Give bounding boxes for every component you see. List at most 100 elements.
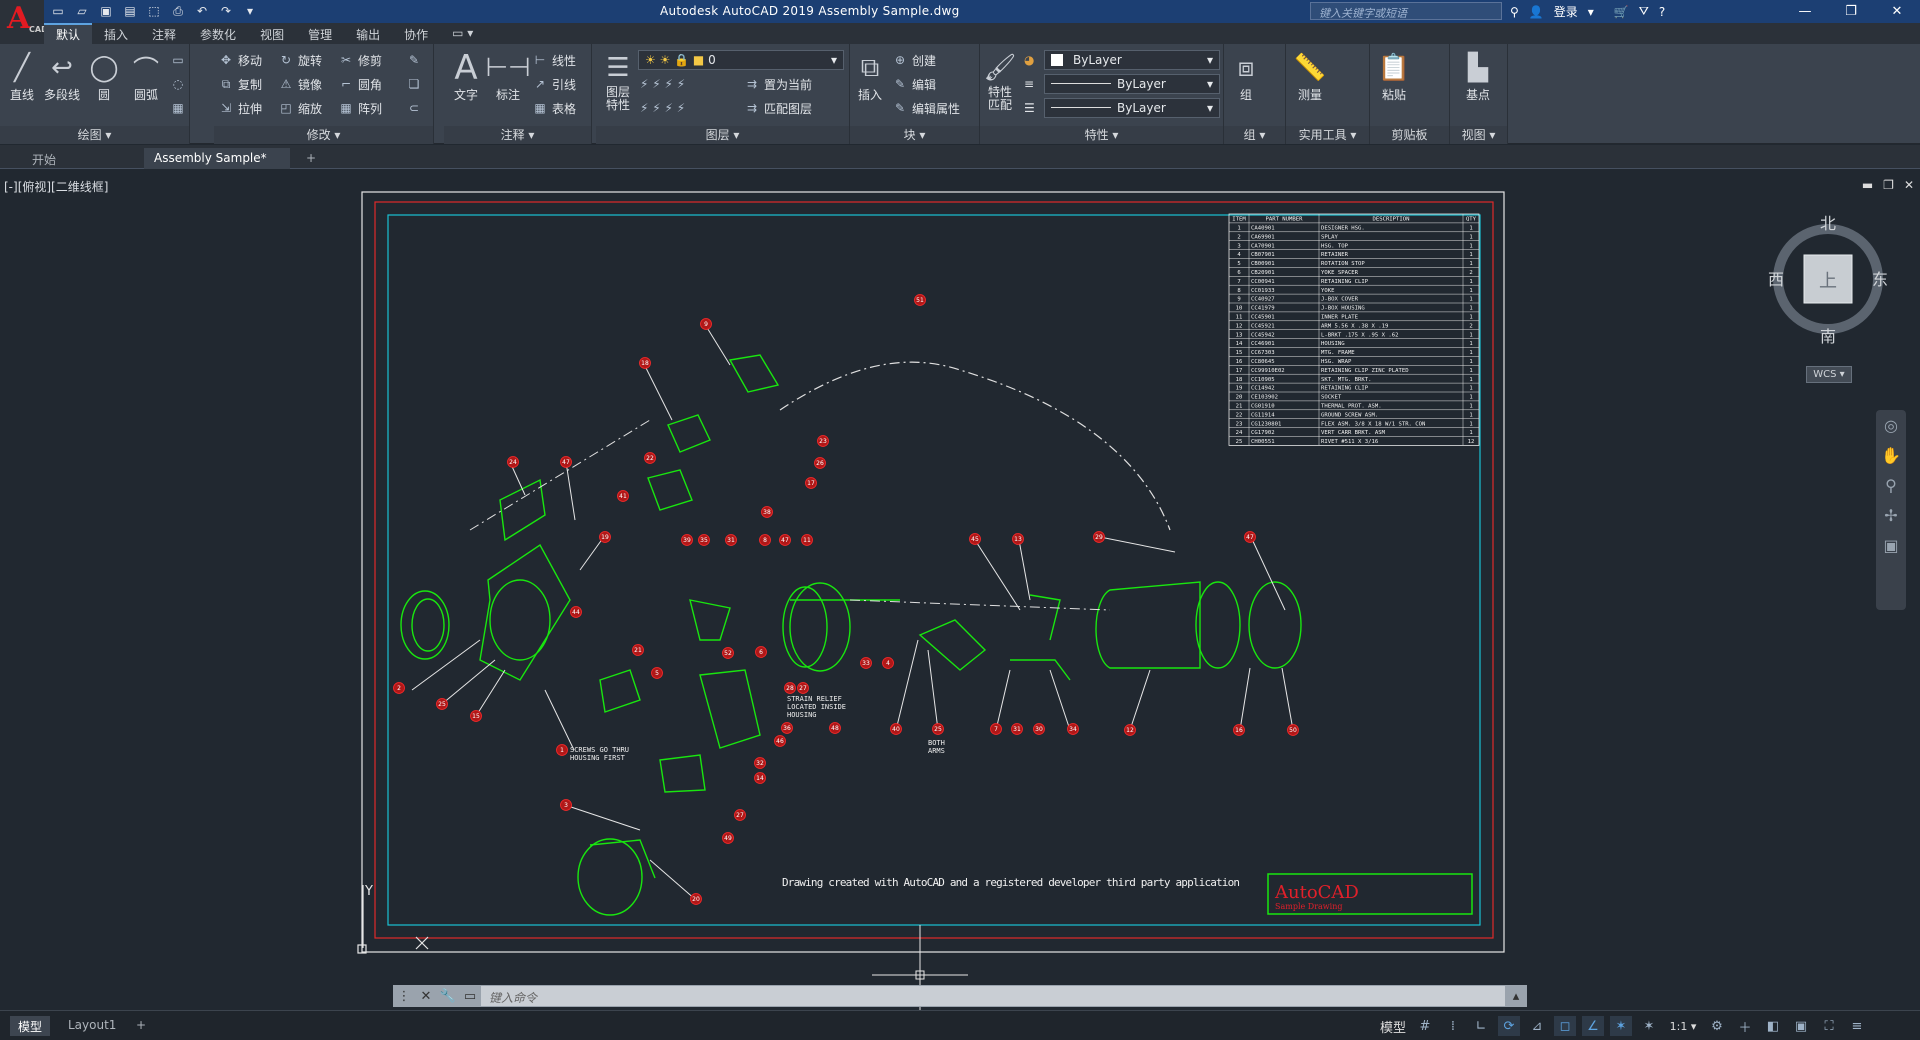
offset-button[interactable]: ⊂ — [406, 98, 422, 118]
edit-attribute-button[interactable]: ✎ 编辑属性 — [892, 98, 960, 118]
annotation-scale[interactable]: 1:1 ▾ — [1666, 1016, 1700, 1036]
insert-button[interactable]: ⧉ 插入 — [850, 50, 890, 103]
hatch-button[interactable]: ◌ — [170, 74, 186, 94]
tab-view[interactable]: 视图 — [248, 23, 296, 44]
otrack-icon[interactable]: ∠ — [1582, 1016, 1604, 1036]
print-icon[interactable]: ⎙ — [168, 2, 188, 20]
arc-button[interactable]: ⌒ 圆弧 — [126, 50, 166, 103]
save-icon[interactable]: ▣ — [96, 2, 116, 20]
leader-button[interactable]: ↗ 引线 — [532, 74, 576, 94]
wrench-icon[interactable]: 🔧 — [437, 989, 459, 1004]
application-menu-button[interactable]: A CAD — [0, 0, 48, 44]
dropdown-icon[interactable]: ▾ — [240, 2, 260, 20]
zoom-icon[interactable]: ⚲ — [1876, 470, 1906, 500]
base-view-button[interactable]: ▙ 基点 — [1458, 50, 1498, 103]
table-button[interactable]: ▦ 表格 — [532, 98, 576, 118]
trim-button[interactable]: ✂ 修剪 — [338, 50, 382, 70]
viewcube[interactable]: 上 北 南 东 西 — [1768, 215, 1888, 345]
grip-icon[interactable]: ⋮ — [393, 989, 415, 1004]
lineweight-dropdown[interactable]: ByLayer ▾ — [1044, 98, 1220, 118]
match-properties-button[interactable]: 🖌 特性 匹配 — [980, 50, 1020, 112]
viewport-minimize-icon[interactable]: ▬ — [1862, 178, 1873, 192]
close-icon[interactable]: ✕ — [415, 989, 437, 1004]
panel-title-view[interactable]: 视图 ▾ — [1450, 126, 1507, 144]
stretch-button[interactable]: ⇲ 拉伸 — [218, 98, 262, 118]
tab-extra[interactable]: ▭ ▾ — [440, 23, 485, 44]
showmotion-icon[interactable]: ▣ — [1876, 530, 1906, 560]
boundary-button[interactable]: ▦ — [170, 98, 186, 118]
text-button[interactable]: A 文字 — [446, 48, 486, 103]
linetype-dropdown[interactable]: ByLayer ▾ — [1044, 74, 1220, 94]
maximize-button[interactable]: ❐ — [1828, 0, 1874, 23]
edit-block-button[interactable]: ✎ 编辑 — [892, 74, 936, 94]
plus-icon[interactable]: ＋ — [1734, 1016, 1756, 1036]
model-tab[interactable]: 模型 — [10, 1016, 51, 1036]
a360-icon[interactable]: ⛛ — [1639, 4, 1649, 19]
panel-title-properties[interactable]: 特性 ▾ — [980, 126, 1223, 144]
layout1-tab[interactable]: Layout1 — [60, 1016, 124, 1036]
undo-icon[interactable]: ↶ — [192, 2, 212, 20]
scale-button[interactable]: ◰ 缩放 — [278, 98, 322, 118]
command-input[interactable]: 键入命令 — [481, 986, 1505, 1006]
drawing-tab[interactable]: Assembly Sample* — [144, 148, 290, 169]
help-icon[interactable]: ? — [1659, 5, 1665, 19]
new-tab-button[interactable]: + — [296, 148, 326, 169]
annotation-visibility-icon[interactable]: ✶ — [1610, 1016, 1632, 1036]
osnap-icon[interactable]: ◻ — [1554, 1016, 1576, 1036]
panel-title-groups[interactable]: 组 ▾ — [1224, 126, 1285, 144]
polar-icon[interactable]: ⟳ — [1498, 1016, 1520, 1036]
viewcube-north[interactable]: 北 — [1820, 215, 1836, 233]
panel-title-utilities[interactable]: 实用工具 ▾ — [1286, 126, 1369, 144]
ortho-icon[interactable]: ∟ — [1470, 1016, 1492, 1036]
tab-annotate[interactable]: 注释 — [140, 23, 188, 44]
search-input[interactable]: 键入关键字或短语 — [1310, 2, 1502, 20]
layer-properties-button[interactable]: ☰ 图层 特性 — [598, 50, 638, 112]
web-icon[interactable]: ⬚ — [144, 2, 164, 20]
line-button[interactable]: ╱ 直线 — [2, 50, 42, 103]
tab-collaborate[interactable]: 协作 — [392, 23, 440, 44]
tab-output[interactable]: 输出 — [344, 23, 392, 44]
layer-dropdown[interactable]: ☀ ☀ 🔒 ■ 0 ▾ — [638, 50, 844, 70]
tab-home[interactable]: 默认 — [44, 23, 93, 44]
tab-manage[interactable]: 管理 — [296, 23, 344, 44]
hardware-accel-icon[interactable]: ▣ — [1790, 1016, 1812, 1036]
viewport-close-icon[interactable]: ✕ — [1904, 178, 1914, 192]
customize-icon[interactable]: ≡ — [1846, 1016, 1868, 1036]
tab-insert[interactable]: 插入 — [92, 23, 140, 44]
workspace-gear-icon[interactable]: ⚙ — [1706, 1016, 1728, 1036]
color-dropdown[interactable]: ByLayer ▾ — [1044, 50, 1220, 70]
panel-title-draw[interactable]: 绘图 ▾ — [0, 126, 189, 144]
save-as-icon[interactable]: ▤ — [120, 2, 140, 20]
minimize-button[interactable]: — — [1782, 0, 1828, 23]
viewcube-west[interactable]: 西 — [1768, 270, 1784, 289]
redo-icon[interactable]: ↷ — [216, 2, 236, 20]
panel-title-block[interactable]: 块 ▾ — [850, 126, 979, 144]
wcs-menu[interactable]: WCS ▾ — [1806, 366, 1852, 383]
viewcube-south[interactable]: 南 — [1820, 327, 1836, 345]
dimension-button[interactable]: ⊢⊣ 标注 — [485, 50, 530, 103]
new-icon[interactable]: ▭ — [48, 2, 68, 20]
cart-icon[interactable]: 🛒 — [1614, 5, 1629, 19]
autoscale-icon[interactable]: ✶ — [1638, 1016, 1660, 1036]
paste-button[interactable]: 📋 粘贴 — [1374, 50, 1414, 103]
chevron-down-icon[interactable]: ▾ — [1588, 5, 1594, 19]
tab-parametric[interactable]: 参数化 — [188, 23, 248, 44]
array-button[interactable]: ▦ 阵列 — [338, 98, 382, 118]
start-tab[interactable]: 开始 — [22, 148, 142, 169]
steering-wheel-icon[interactable]: ◎ — [1876, 410, 1906, 440]
grid-icon[interactable]: # — [1414, 1016, 1436, 1036]
rectangle-button[interactable]: ▭ — [170, 50, 186, 70]
snap-icon[interactable]: ⁞ — [1442, 1016, 1464, 1036]
close-button[interactable]: ✕ — [1874, 0, 1920, 23]
pan-icon[interactable]: ✋ — [1876, 440, 1906, 470]
add-layout-tab[interactable]: + — [128, 1016, 154, 1036]
model-space-button[interactable]: 模型 — [1378, 1016, 1408, 1036]
binoculars-icon[interactable]: ⚲ — [1510, 5, 1519, 19]
set-current-button[interactable]: ⇉ 置为当前 — [744, 74, 812, 94]
copy-button[interactable]: ⧉ 复制 — [218, 74, 262, 94]
move-button[interactable]: ✥ 移动 — [218, 50, 262, 70]
isolate-icon[interactable]: ◧ — [1762, 1016, 1784, 1036]
viewcube-east[interactable]: 东 — [1872, 270, 1888, 289]
orbit-icon[interactable]: ✢ — [1876, 500, 1906, 530]
group-button[interactable]: ⧈ 组 — [1226, 50, 1266, 103]
